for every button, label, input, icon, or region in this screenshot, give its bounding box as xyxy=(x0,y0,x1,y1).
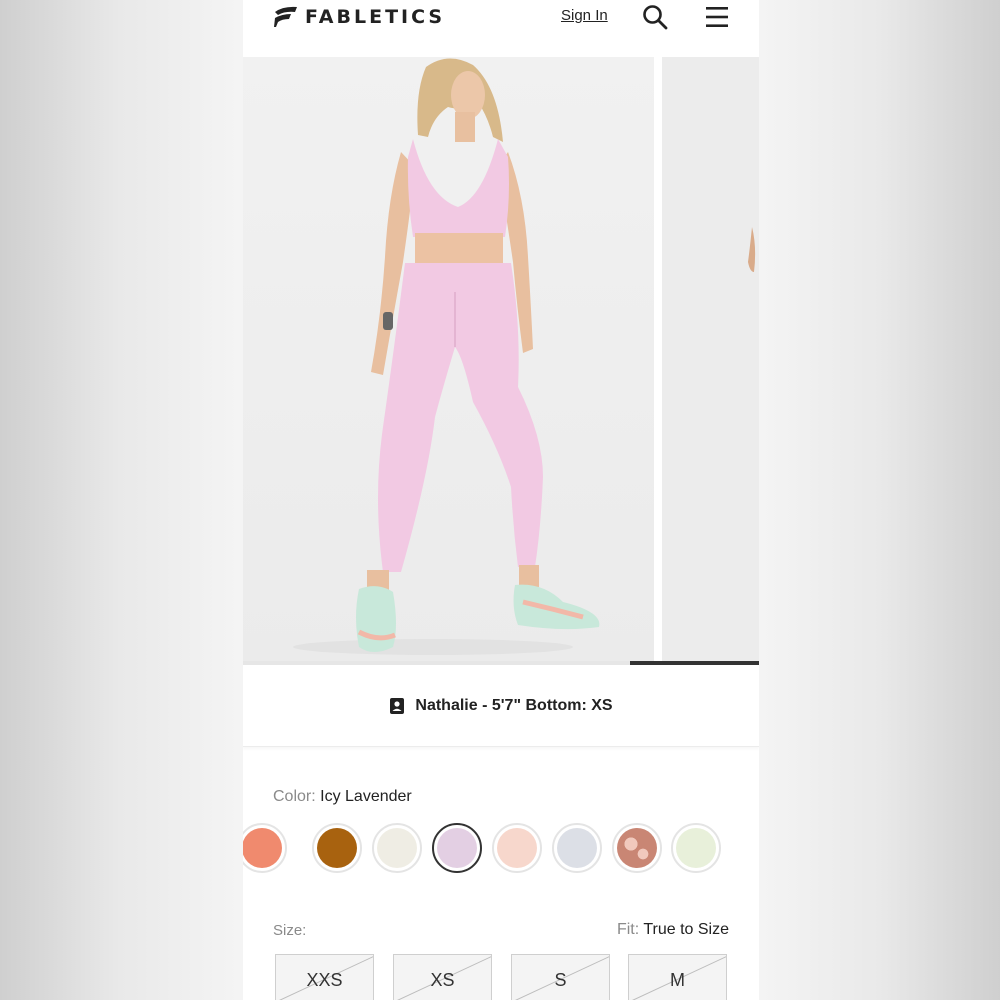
product-image-next[interactable] xyxy=(662,57,759,661)
size-option-label: XXS xyxy=(306,969,343,990)
color-swatch[interactable] xyxy=(372,823,422,873)
color-swatch[interactable] xyxy=(432,823,482,873)
product-page: FABLETICS Sign In Nathalie - 5'7" Bottom… xyxy=(243,0,759,1000)
color-swatch[interactable] xyxy=(492,823,542,873)
color-label: Color: xyxy=(273,788,316,805)
color-swatch[interactable] xyxy=(612,823,662,873)
color-swatch-fill xyxy=(676,828,716,868)
color-swatch[interactable] xyxy=(312,823,362,873)
product-image-main[interactable] xyxy=(243,57,654,661)
size-option-label: XS xyxy=(430,969,455,990)
person-badge-icon xyxy=(390,697,405,714)
size-option-xs[interactable]: XS xyxy=(393,954,492,1000)
model-size-info: Nathalie - 5'7" Bottom: XS xyxy=(243,665,759,747)
brand-name: FABLETICS xyxy=(305,6,446,28)
color-swatch-fill xyxy=(437,828,477,868)
sign-in-link[interactable]: Sign In xyxy=(561,7,608,24)
model-wearing-leggings-image xyxy=(293,58,600,655)
hamburger-menu-icon[interactable] xyxy=(705,5,729,29)
size-option-m[interactable]: M xyxy=(628,954,727,1000)
color-swatch-fill xyxy=(557,828,597,868)
size-option-label: M xyxy=(670,969,685,990)
color-swatch-fill xyxy=(617,828,657,868)
size-option-s[interactable]: S xyxy=(511,954,610,1000)
color-swatch-fill xyxy=(317,828,357,868)
size-label: Size: xyxy=(273,922,307,939)
color-swatch-fill xyxy=(497,828,537,868)
color-swatch[interactable] xyxy=(671,823,721,873)
color-swatch[interactable] xyxy=(552,823,602,873)
color-swatch[interactable] xyxy=(243,823,287,873)
fit-value: True to Size xyxy=(643,921,729,938)
site-header: FABLETICS Sign In xyxy=(243,0,759,57)
color-swatch-fill xyxy=(243,828,282,868)
fit-label: Fit: xyxy=(616,921,640,938)
model-size-text: Nathalie - 5'7" Bottom: XS xyxy=(415,696,613,714)
carousel-divider xyxy=(654,57,662,661)
fabletics-logo-icon xyxy=(274,6,297,27)
product-image-carousel[interactable] xyxy=(243,57,759,665)
next-image-preview xyxy=(748,227,756,272)
color-swatch-fill xyxy=(377,828,417,868)
fit-info: Fit: True to Size xyxy=(617,921,729,939)
size-option-xxs[interactable]: XXS xyxy=(275,954,374,1000)
selected-color-name: Icy Lavender xyxy=(320,788,412,805)
size-option-label: S xyxy=(554,969,567,990)
search-icon[interactable] xyxy=(642,4,668,30)
color-selector-label: Color: Icy Lavender xyxy=(273,788,412,806)
brand-logo[interactable]: FABLETICS xyxy=(273,6,445,28)
